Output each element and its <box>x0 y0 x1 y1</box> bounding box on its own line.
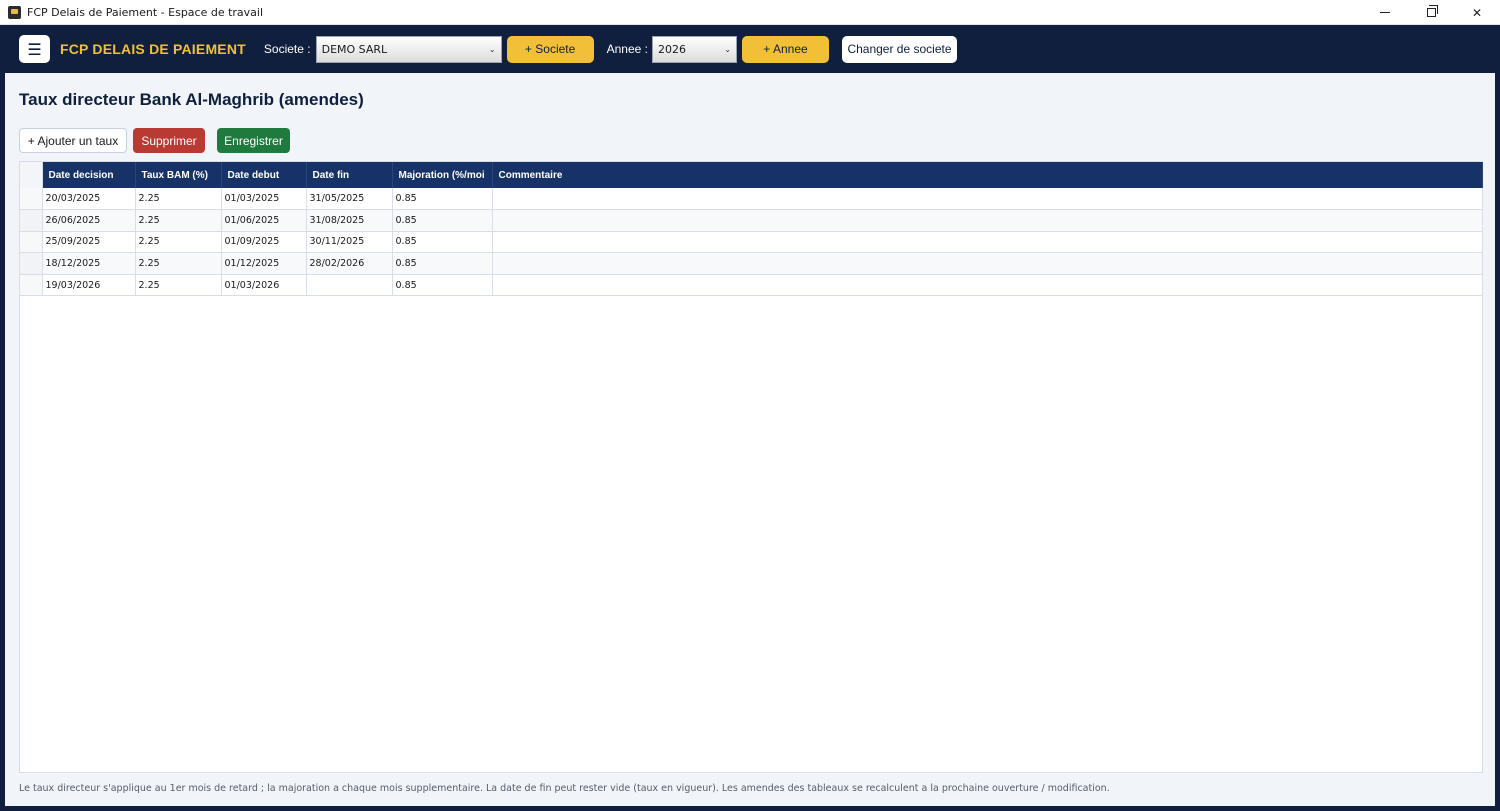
restore-button[interactable] <box>1408 0 1454 25</box>
row-header[interactable] <box>20 209 43 232</box>
societe-select[interactable]: DEMO SARL ⌄ <box>315 35 502 63</box>
table-cell[interactable]: 26/06/2025 <box>42 209 136 232</box>
table-row[interactable]: 18/12/2025 2.25 01/12/2025 28/02/2026 0.… <box>20 252 1483 275</box>
table-cell[interactable] <box>306 274 393 297</box>
table-cell[interactable]: 2.25 <box>135 188 222 211</box>
table-cell[interactable]: 31/05/2025 <box>306 188 393 211</box>
table-cell[interactable]: 0.85 <box>392 231 493 254</box>
table-row[interactable]: 25/09/2025 2.25 01/09/2025 30/11/2025 0.… <box>20 231 1483 254</box>
table-cell[interactable]: 0.85 <box>392 252 493 275</box>
table-cell[interactable]: 0.85 <box>392 209 493 232</box>
close-icon: ✕ <box>1471 5 1483 20</box>
table-cell[interactable]: 2.25 <box>135 252 222 275</box>
add-annee-button[interactable]: + Annee <box>741 35 829 63</box>
table-cell[interactable]: 2.25 <box>135 209 222 232</box>
window-controls: ✕ <box>1362 0 1500 25</box>
table-cell[interactable]: 01/06/2025 <box>221 209 307 232</box>
annee-label: Annee : <box>606 42 648 56</box>
row-header-corner <box>20 162 43 188</box>
hamburger-icon: ☰ <box>27 39 42 59</box>
rates-grid[interactable]: Date decision Taux BAM (%) Date debut Da… <box>19 161 1483 773</box>
table-cell[interactable]: 25/09/2025 <box>42 231 136 254</box>
table-cell[interactable] <box>492 274 1483 297</box>
page-title: Taux directeur Bank Al-Maghrib (amendes) <box>19 90 364 109</box>
table-cell[interactable]: 01/09/2025 <box>221 231 307 254</box>
row-header[interactable] <box>20 188 43 211</box>
table-cell[interactable]: 20/03/2025 <box>42 188 136 211</box>
save-button[interactable]: Enregistrer <box>217 128 290 153</box>
changer-societe-button[interactable]: Changer de societe <box>841 35 957 63</box>
table-cell[interactable]: 19/03/2026 <box>42 274 136 297</box>
minimize-icon <box>1380 12 1390 13</box>
table-cell[interactable]: 01/03/2025 <box>221 188 307 211</box>
window-title: FCP Delais de Paiement - Espace de trava… <box>27 5 264 19</box>
add-societe-button[interactable]: + Societe <box>506 35 594 63</box>
table-cell[interactable]: 01/12/2025 <box>221 252 307 275</box>
delete-button[interactable]: Supprimer <box>133 128 205 153</box>
main-content: Taux directeur Bank Al-Maghrib (amendes)… <box>5 73 1495 806</box>
table-row[interactable]: 19/03/2026 2.25 01/03/2026 0.85 <box>20 274 1483 297</box>
app-icon <box>8 5 21 19</box>
table-cell[interactable] <box>492 252 1483 275</box>
table-cell[interactable] <box>492 209 1483 232</box>
column-header[interactable]: Date decision <box>42 162 136 188</box>
chevron-down-icon: ⌄ <box>488 44 496 54</box>
column-header[interactable]: Taux BAM (%) <box>135 162 222 188</box>
column-header[interactable]: Commentaire <box>492 162 1483 188</box>
table-cell[interactable]: 18/12/2025 <box>42 252 136 275</box>
table-cell[interactable] <box>492 188 1483 211</box>
row-header[interactable] <box>20 274 43 297</box>
annee-select[interactable]: 2026 ⌄ <box>651 35 737 63</box>
table-cell[interactable]: 2.25 <box>135 274 222 297</box>
add-rate-button[interactable]: + Ajouter un taux <box>19 128 127 153</box>
chevron-down-icon: ⌄ <box>724 44 731 54</box>
table-cell[interactable]: 2.25 <box>135 231 222 254</box>
societe-label: Societe : <box>263 42 311 56</box>
table-cell[interactable]: 0.85 <box>392 274 493 297</box>
close-button[interactable]: ✕ <box>1454 0 1500 25</box>
app-header: ☰ FCP DELAIS DE PAIEMENT Societe : DEMO … <box>5 25 1495 73</box>
row-header[interactable] <box>20 252 43 275</box>
table-row[interactable]: 20/03/2025 2.25 01/03/2025 31/05/2025 0.… <box>20 188 1483 211</box>
table-header-row: Date decision Taux BAM (%) Date debut Da… <box>20 162 1483 188</box>
column-header[interactable]: Majoration (%/moi <box>392 162 493 188</box>
column-header[interactable]: Date fin <box>306 162 393 188</box>
table-cell[interactable]: 28/02/2026 <box>306 252 393 275</box>
table-cell[interactable]: 0.85 <box>392 188 493 211</box>
toolbar: + Ajouter un taux Supprimer Enregistrer <box>19 128 290 153</box>
table-cell[interactable]: 31/08/2025 <box>306 209 393 232</box>
column-header[interactable]: Date debut <box>221 162 307 188</box>
window-titlebar: FCP Delais de Paiement - Espace de trava… <box>0 0 1500 25</box>
societe-select-value: DEMO SARL <box>321 42 388 56</box>
row-header[interactable] <box>20 231 43 254</box>
minimize-button[interactable] <box>1362 0 1408 25</box>
annee-select-value: 2026 <box>657 42 686 56</box>
footnote: Le taux directeur s'applique au 1er mois… <box>19 783 1110 794</box>
restore-icon <box>1426 5 1438 17</box>
table-cell[interactable]: 30/11/2025 <box>306 231 393 254</box>
menu-button[interactable]: ☰ <box>19 35 50 63</box>
table-row[interactable]: 26/06/2025 2.25 01/06/2025 31/08/2025 0.… <box>20 209 1483 232</box>
table-cell[interactable]: 01/03/2026 <box>221 274 307 297</box>
table-cell[interactable] <box>492 231 1483 254</box>
rates-table: Date decision Taux BAM (%) Date debut Da… <box>20 162 1483 297</box>
brand-title: FCP DELAIS DE PAIEMENT <box>60 41 246 57</box>
